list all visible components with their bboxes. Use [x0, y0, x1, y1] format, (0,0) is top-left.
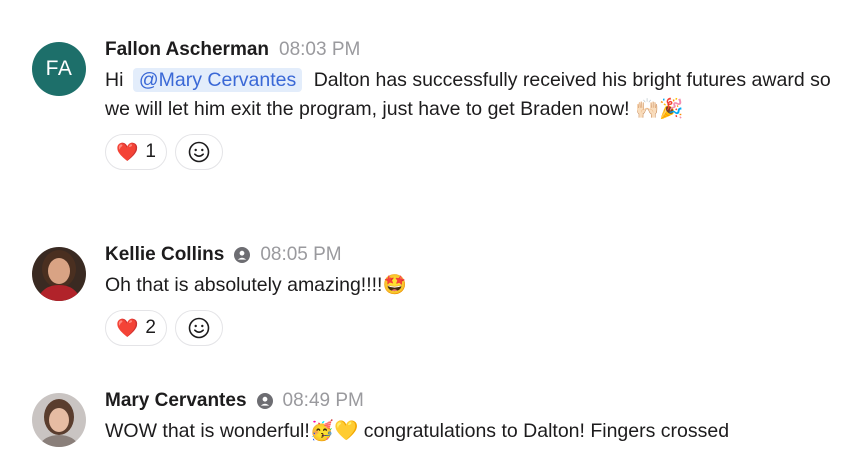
user-presence-icon — [234, 247, 251, 263]
avatar-initials: FA — [45, 57, 73, 80]
user-mention[interactable]: @Mary Cervantes — [132, 68, 303, 92]
avatar[interactable] — [32, 247, 86, 301]
message-text: Oh that is absolutely amazing!!!!🤩 — [105, 274, 407, 296]
author-name[interactable]: Mary Cervantes — [105, 390, 247, 412]
timestamp[interactable]: 08:05 PM — [260, 244, 341, 266]
heart-emoji: ❤️ — [116, 317, 139, 339]
add-reaction-button[interactable] — [175, 134, 223, 170]
heart-emoji: ❤️ — [116, 141, 139, 163]
user-presence-icon — [256, 393, 273, 409]
author-name[interactable]: Kellie Collins — [105, 244, 224, 266]
message-text-start: Hi — [105, 69, 124, 91]
avatar-photo — [32, 247, 86, 301]
message-header: Kellie Collins 08:05 PM — [105, 243, 841, 267]
message-header: Mary Cervantes 08:49 PM — [105, 389, 841, 413]
reaction-heart[interactable]: ❤️ 2 — [105, 310, 167, 346]
timestamp[interactable]: 08:49 PM — [283, 390, 364, 412]
message-body: Kellie Collins 08:05 PM Oh that is absol… — [105, 243, 841, 346]
message-text: Hi @Mary Cervantes Dalton has successful… — [105, 66, 841, 124]
smiley-add-reaction-icon — [188, 317, 210, 339]
reaction-heart[interactable]: ❤️ 1 — [105, 134, 167, 170]
author-name[interactable]: Fallon Ascherman — [105, 39, 269, 61]
message-header: Fallon Ascherman 08:03 PM — [105, 38, 841, 62]
message-feed: FA Fallon Ascherman 08:03 PM Hi @Mary Ce… — [0, 0, 851, 451]
avatar-photo — [32, 393, 86, 447]
message-text: WOW that is wonderful!🥳💛 congratulations… — [105, 420, 730, 442]
avatar[interactable] — [32, 393, 86, 447]
reaction-count: 1 — [145, 141, 156, 162]
smiley-add-reaction-icon — [188, 141, 210, 163]
reaction-count: 2 — [145, 317, 156, 338]
message-body: Mary Cervantes 08:49 PM WOW that is wond… — [105, 389, 841, 446]
timestamp[interactable]: 08:03 PM — [279, 39, 360, 61]
reaction-bar: ❤️ 2 — [105, 310, 841, 346]
reaction-bar: ❤️ 1 — [105, 134, 841, 170]
message-body: Fallon Ascherman 08:03 PM Hi @Mary Cerva… — [105, 38, 841, 170]
add-reaction-button[interactable] — [175, 310, 223, 346]
avatar[interactable]: FA — [32, 42, 86, 96]
